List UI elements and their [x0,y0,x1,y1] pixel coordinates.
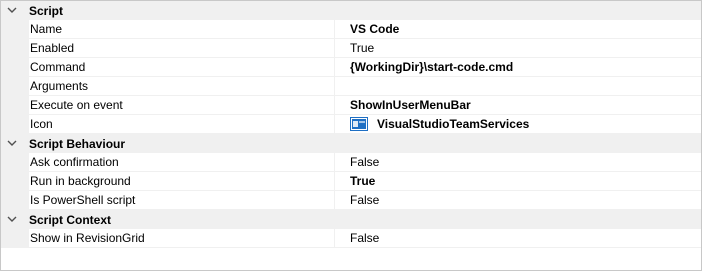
property-value[interactable]: True [335,39,701,58]
property-value[interactable]: True [335,172,701,191]
property-row-run-in-background[interactable]: Run in background True [1,172,701,191]
property-name: Command [29,58,335,77]
chevron-down-icon[interactable] [4,1,20,20]
property-row-execute-on-event[interactable]: Execute on event ShowInUserMenuBar [1,96,701,115]
property-value[interactable]: False [335,229,701,248]
property-name: Ask confirmation [29,153,335,172]
property-value[interactable]: False [335,191,701,210]
property-name: Execute on event [29,96,335,115]
property-value[interactable]: False [335,153,701,172]
property-row-is-powershell-script[interactable]: Is PowerShell script False [1,191,701,210]
property-name: Run in background [29,172,335,191]
property-name: Enabled [29,39,335,58]
property-row-ask-confirmation[interactable]: Ask confirmation False [1,153,701,172]
property-value[interactable]: VS Code [335,20,701,39]
property-name: Icon [29,115,335,134]
property-name: Arguments [29,77,335,96]
category-script-context[interactable]: Script Context [1,210,701,229]
category-script[interactable]: Script [1,1,701,20]
property-value[interactable]: {WorkingDir}\start-code.cmd [335,58,701,77]
property-row-command[interactable]: Command {WorkingDir}\start-code.cmd [1,58,701,77]
property-row-name[interactable]: Name VS Code [1,20,701,39]
property-row-icon[interactable]: Icon VisualStudioTeamServices [1,115,701,134]
property-value[interactable]: ShowInUserMenuBar [335,96,701,115]
visual-studio-team-services-icon [350,117,368,131]
property-value-text: VisualStudioTeamServices [377,117,530,131]
property-grid: Script Name VS Code Enabled True Command… [0,0,702,271]
property-row-enabled[interactable]: Enabled True [1,39,701,58]
category-script-behaviour[interactable]: Script Behaviour [1,134,701,153]
property-name: Is PowerShell script [29,191,335,210]
category-title: Script Context [29,212,112,227]
property-row-show-in-revisiongrid[interactable]: Show in RevisionGrid False [1,229,701,248]
property-row-arguments[interactable]: Arguments [1,77,701,96]
property-value-icon[interactable]: VisualStudioTeamServices [335,115,701,134]
property-name: Name [29,20,335,39]
category-title: Script Behaviour [29,136,126,151]
property-name: Show in RevisionGrid [29,229,335,248]
property-value[interactable] [335,77,701,96]
chevron-down-icon[interactable] [4,210,20,229]
chevron-down-icon[interactable] [4,134,20,153]
category-title: Script [29,3,64,18]
